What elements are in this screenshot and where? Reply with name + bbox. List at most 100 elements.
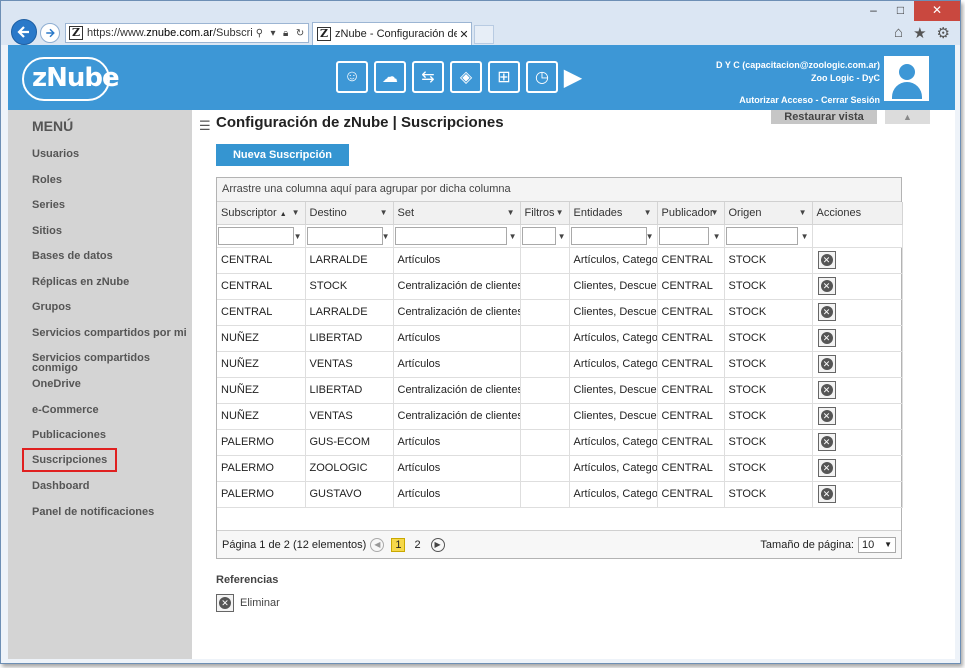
delete-button[interactable]: ✕ [817,433,836,451]
table-row[interactable]: PALERMO ZOOLOGIC Artículos Artículos, Categ… [217,455,903,482]
filter-icon[interactable]: ▼ [644,208,652,217]
collapse-chevron-up-icon[interactable]: ▲ [885,110,930,124]
address-bar[interactable]: Z https://www.znube.com.ar/Subscriptio ⚲… [65,23,309,43]
sidebar-item-ecommerce[interactable]: e-Commerce [32,405,192,416]
back-button[interactable] [11,19,37,45]
delete-button[interactable]: ✕ [817,407,836,425]
filter-icon[interactable]: ▼ [382,232,390,241]
table-row[interactable]: NUÑEZ LIBERTAD Centralización de clientes C… [217,377,903,404]
sidebar-item-servicios-compartidos-por-mi[interactable]: Servicios compartidos por mi [32,328,192,338]
filter-input-subscriptor[interactable] [218,226,294,245]
delete-button[interactable]: ✕ [817,277,836,295]
col-header-subscriptor[interactable]: Subscriptor ▲ ▼ [217,202,306,225]
table-row[interactable]: PALERMO GUSTAVO Artículos Artículos, Catego… [217,481,903,508]
box-icon[interactable]: ◈ [450,61,482,93]
filter-input-entidades[interactable] [570,226,647,245]
filter-icon[interactable]: ▼ [799,208,807,217]
filter-icon[interactable]: ▼ [713,232,721,241]
filter-icon[interactable]: ▼ [556,208,564,217]
logo[interactable]: zNube [32,63,120,93]
home-icon[interactable]: ⌂ [894,24,903,42]
sort-asc-icon[interactable]: ▲ [280,211,287,218]
col-header-publicador[interactable]: Publicador ▼ [657,202,725,225]
filter-icon[interactable]: ▼ [646,232,654,241]
table-row[interactable]: PALERMO GUS-ECOM Artículos Artículos, Categ… [217,429,903,456]
forward-button[interactable] [40,23,60,43]
filter-input-origen[interactable] [725,226,798,245]
delete-button[interactable]: ✕ [817,251,836,269]
page-size-select[interactable]: 10 ▼ [858,537,896,553]
url-text[interactable]: https://www.znube.com.ar/Subscriptio [87,27,252,39]
sidebar-item-panel-notificaciones[interactable]: Panel de notificaciones [32,507,192,518]
table-row[interactable]: CENTRAL LARRALDE Artículos Artículos, Categ… [217,247,903,274]
filter-icon[interactable]: ▼ [507,208,515,217]
page-1-button[interactable]: 1 [391,537,406,552]
page-2-button[interactable]: 2 [411,539,423,551]
tab-close-icon[interactable]: ✕ [457,28,471,41]
sidebar-item-roles[interactable]: Roles [32,175,192,186]
dropdown-icon[interactable]: ▾ [271,28,276,39]
new-subscription-button[interactable]: Nueva Suscripción [216,144,349,166]
filter-input-filtros[interactable] [521,226,556,245]
filter-icon[interactable]: ▼ [711,208,719,217]
table-row[interactable]: NUÑEZ VENTAS Centralización de clientes Cli… [217,403,903,430]
users-gear-icon[interactable]: ☺ [336,61,368,93]
group-panel[interactable]: Arrastre una columna aquí para agrupar p… [217,178,901,202]
delete-button[interactable]: ✕ [817,329,836,347]
sync-icon[interactable]: ⇆ [412,61,444,93]
filter-input-publicador[interactable] [658,226,709,245]
chevron-right-icon[interactable]: ▶ [564,61,582,93]
filter-input-destino[interactable] [306,226,383,245]
restaurar-vista-button[interactable]: Restaurar vista [771,110,877,124]
filter-icon[interactable]: ▼ [558,232,566,241]
sidebar-item-replicas[interactable]: Réplicas en zNube [32,277,192,288]
col-header-filtros[interactable]: Filtros ▼ [520,202,570,225]
col-header-set[interactable]: Set ▼ [393,202,521,225]
search-icon[interactable]: ⚲ [256,28,263,39]
clock-icon[interactable]: ◷ [526,61,558,93]
sidebar-item-grupos[interactable]: Grupos [32,302,192,313]
sidebar-item-series[interactable]: Series [32,200,192,211]
cloud-gear-icon[interactable]: ☁ [374,61,406,93]
sidebar-item-servicios-compartidos-conmigo[interactable]: Servicios compartidos conmigo [32,353,192,374]
next-page-icon[interactable]: ▶ [430,537,445,552]
filter-icon[interactable]: ▼ [801,232,809,241]
filter-input-set[interactable] [394,226,507,245]
sidebar-item-bases-de-datos[interactable]: Bases de datos [32,251,192,262]
filter-icon[interactable]: ▼ [294,232,302,241]
lock-icon[interactable]: 🔒︎ [283,28,288,39]
filter-icon[interactable]: ▼ [292,208,300,217]
delete-button[interactable]: ✕ [817,355,836,373]
gear-icon[interactable]: ⚙ [937,24,950,42]
table-row[interactable]: CENTRAL LARRALDE Centralización de cliente… [217,299,903,326]
sidebar-item-usuarios[interactable]: Usuarios [32,149,192,160]
sidebar-item-onedrive[interactable]: OneDrive [32,379,192,390]
close-window-button[interactable]: ✕ [914,1,960,21]
star-icon[interactable]: ★ [913,24,926,42]
delete-button[interactable]: ✕ [817,459,836,477]
prev-page-icon[interactable]: ◀ [370,537,385,552]
avatar[interactable] [884,56,929,101]
minimize-button[interactable]: – [860,1,887,21]
filter-icon[interactable]: ▼ [380,208,388,217]
delete-button[interactable]: ✕ [817,381,836,399]
sidebar-item-suscripciones[interactable]: Suscripciones [21,448,118,472]
new-tab-button[interactable] [474,25,494,44]
cart-icon[interactable]: ⊞ [488,61,520,93]
col-header-destino[interactable]: Destino ▼ [305,202,394,225]
refresh-icon[interactable]: ↻ [296,28,304,39]
hamburger-menu-icon[interactable]: ☰ [199,118,211,134]
browser-tab[interactable]: Z zNube - Configuración de z... ✕ [312,22,472,45]
col-header-entidades[interactable]: Entidades ▼ [569,202,658,225]
sidebar-item-publicaciones[interactable]: Publicaciones [32,430,192,441]
filter-icon[interactable]: ▼ [509,232,517,241]
sidebar-item-sitios[interactable]: Sitios [32,226,192,237]
table-row[interactable]: CENTRAL STOCK Centralización de clientes Cl… [217,273,903,300]
table-row[interactable]: NUÑEZ LIBERTAD Artículos Artículos, Categor… [217,325,903,352]
table-row[interactable]: NUÑEZ VENTAS Artículos Artículos, Categorí C… [217,351,903,378]
col-header-origen[interactable]: Origen ▼ [724,202,813,225]
maximize-button[interactable]: □ [887,1,914,21]
delete-button[interactable]: ✕ [817,303,836,321]
sidebar-item-dashboard[interactable]: Dashboard [32,481,192,492]
delete-button[interactable]: ✕ [817,485,836,503]
